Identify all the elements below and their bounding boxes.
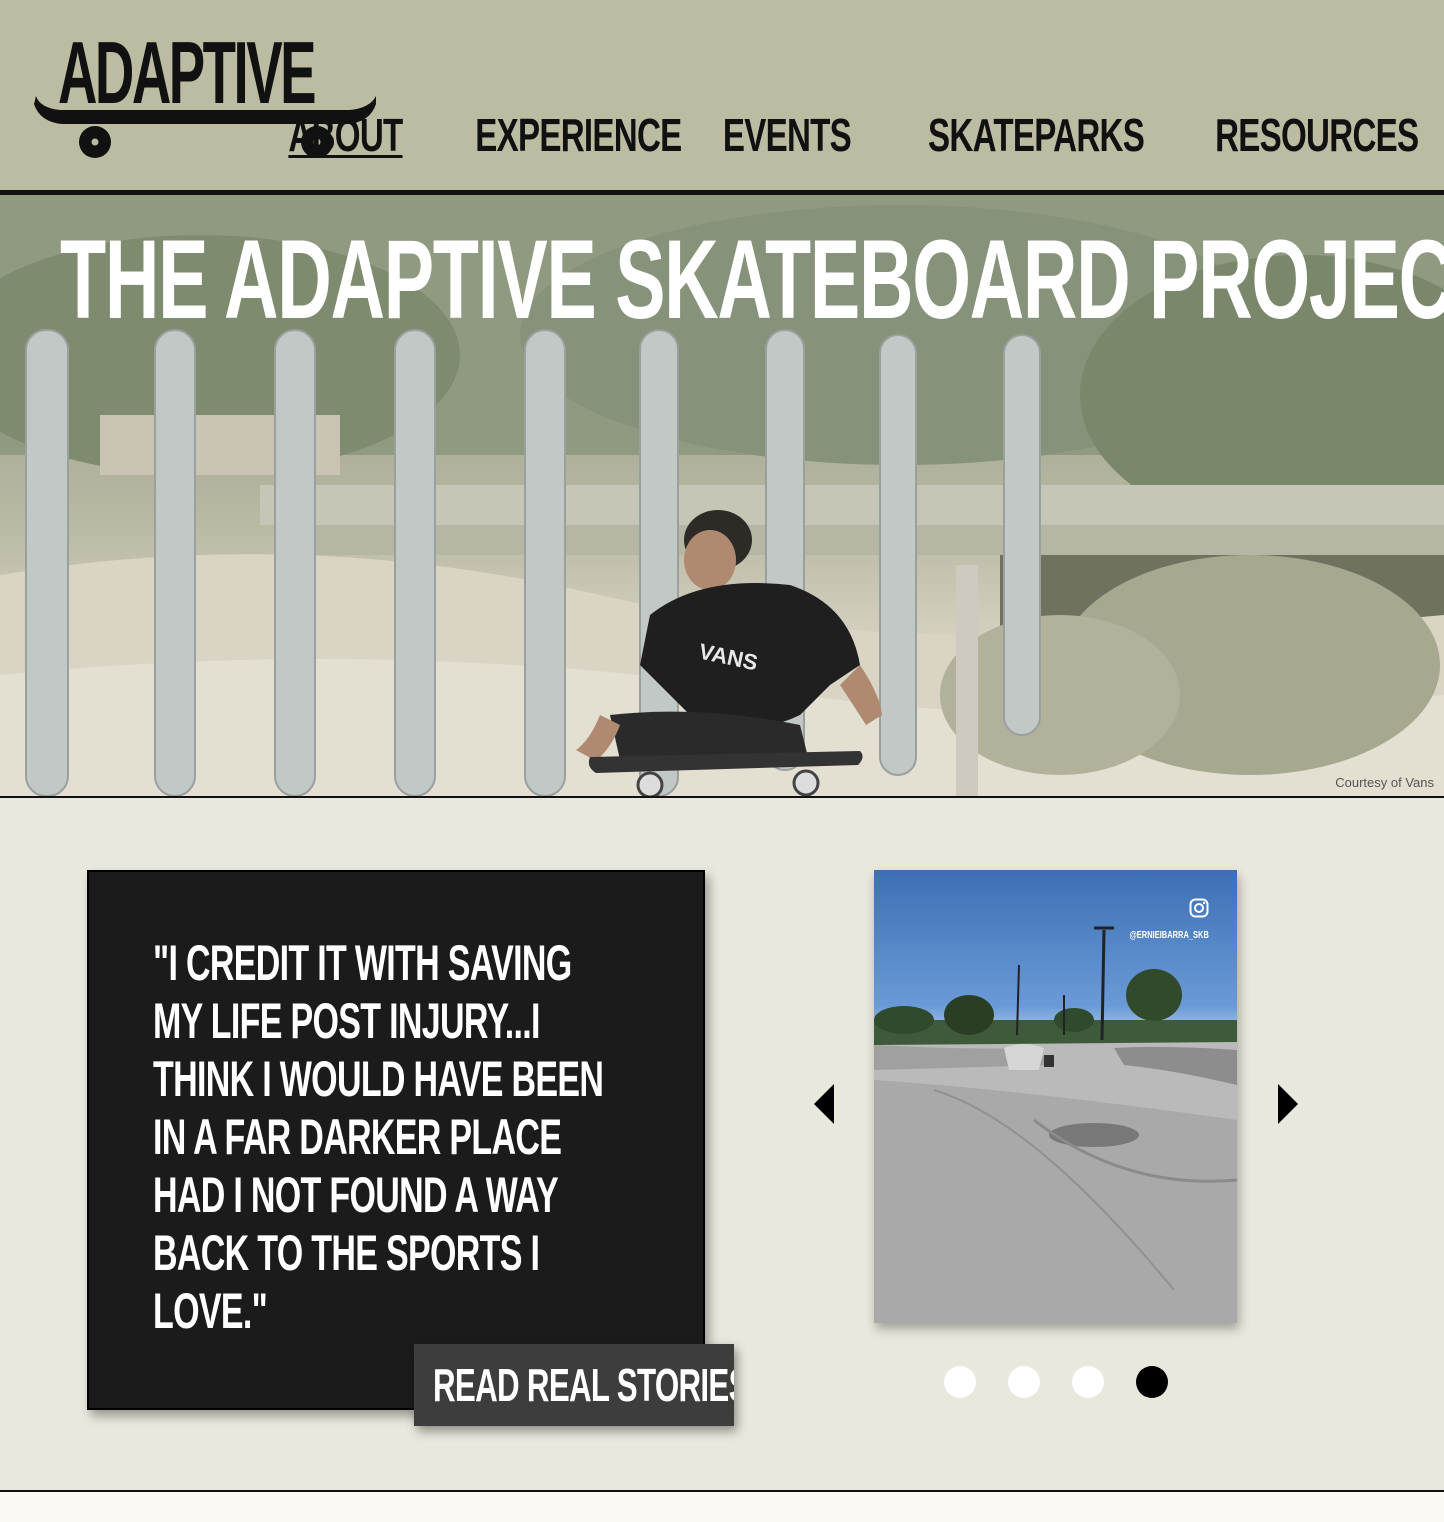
carousel-pagination [944,1366,1168,1398]
nav-events[interactable]: EVENTS [723,108,852,162]
carousel-dot-2[interactable] [1008,1366,1040,1398]
nav-experience[interactable]: EXPERIENCE [475,108,682,162]
hero-banner: VANS THE ADAPTIVE SKATEBOARD PROJECT Cou… [0,195,1444,798]
carousel-video[interactable]: @ERNIEIBARRA_SKB [874,870,1237,1323]
testimonial-quote: "I CREDIT IT WITH SAVING MY LIFE POST IN… [153,935,604,1339]
carousel-prev-arrow-icon[interactable] [814,1084,834,1124]
instagram-handle: @ERNIEIBARRA_SKB [1129,930,1209,941]
footer-edge [0,1490,1444,1522]
carousel-next-arrow-icon[interactable] [1278,1084,1298,1124]
carousel-dot-3[interactable] [1072,1366,1104,1398]
carousel-dot-4[interactable] [1136,1366,1168,1398]
hero-title: THE ADAPTIVE SKATEBOARD PROJECT [60,217,1444,342]
nav-resources[interactable]: RESOURCES [1215,108,1419,162]
read-real-stories-button[interactable]: READ REAL STORIES [414,1344,734,1426]
quote-card: "I CREDIT IT WITH SAVING MY LIFE POST IN… [87,870,705,1410]
read-real-stories-label: READ REAL STORIES [433,1359,734,1411]
nav-skateparks[interactable]: SKATEPARKS [928,108,1145,162]
photo-credit: Courtesy of Vans [1335,775,1434,790]
nav-about[interactable]: ABOUT [289,108,404,162]
carousel-dot-1[interactable] [944,1366,976,1398]
main-nav: ABOUT EXPERIENCE EVENTS SKATEPARKS RESOU… [284,108,1419,162]
site-header: ADAPTIVE ABOUT EXPERIENCE EVENTS SKATEPA… [0,0,1444,195]
instagram-icon[interactable] [1189,898,1209,918]
